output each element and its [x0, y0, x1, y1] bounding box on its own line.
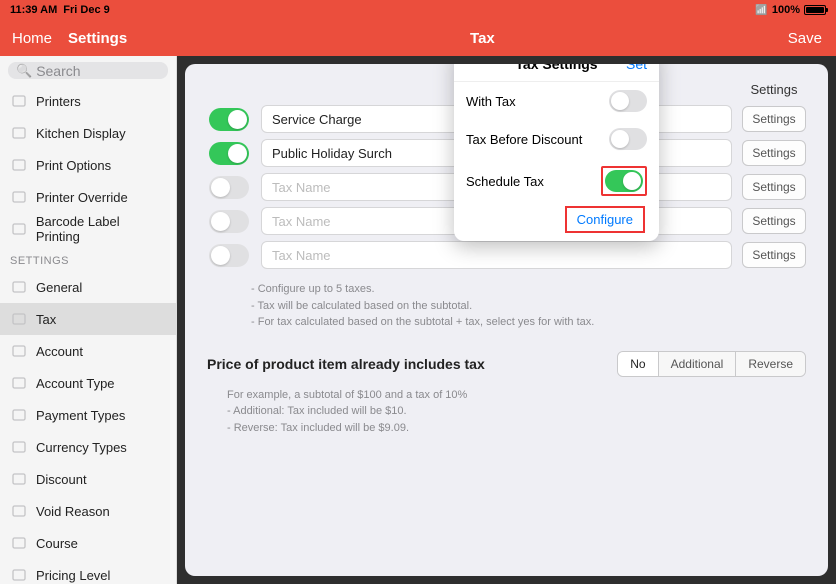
status-time: 11:39 AM [10, 4, 57, 16]
tax-settings-button[interactable]: Settings [742, 106, 806, 132]
search-icon [16, 62, 32, 79]
sidebar-item-printer-override[interactable]: Printer Override [0, 181, 176, 213]
tax-notes: - Configure up to 5 taxes.- Tax will be … [251, 281, 806, 331]
sidebar-item-label: Discount [36, 472, 87, 487]
sidebar-item-label: Pricing Level [36, 568, 110, 583]
course-icon [10, 534, 28, 552]
sidebar-item-discount[interactable]: Discount [0, 463, 176, 495]
sidebar-item-pricing-level[interactable]: Pricing Level [0, 559, 176, 584]
barcode-icon [10, 220, 28, 238]
sidebar-item-general[interactable]: General [0, 271, 176, 303]
popover-toggle[interactable] [605, 170, 643, 192]
tax-name-input[interactable]: Tax Name [261, 241, 732, 269]
sidebar-item-label: Payment Types [36, 408, 125, 423]
tax-settings-button[interactable]: Settings [742, 208, 806, 234]
popover-toggle[interactable] [609, 128, 647, 150]
main-panel: Tax Name Settings Service ChargeSettings… [185, 64, 828, 576]
popover-row-with-tax: With Tax [454, 82, 659, 120]
popover-row-label: With Tax [466, 94, 516, 109]
print-options-icon [10, 156, 28, 174]
popover-title: Tax Settings [515, 64, 597, 72]
popover-toggle[interactable] [609, 90, 647, 112]
sidebar-item-label: Course [36, 536, 78, 551]
configure-button[interactable]: Configure [565, 206, 645, 233]
tax-settings-button[interactable]: Settings [742, 140, 806, 166]
sidebar-item-label: Barcode Label Printing [36, 214, 166, 244]
pricing-icon [10, 566, 28, 584]
segment-no[interactable]: No [618, 352, 658, 376]
sidebar-item-account-type[interactable]: Account Type [0, 367, 176, 399]
sidebar-item-void-reason[interactable]: Void Reason [0, 495, 176, 527]
tax-toggle[interactable] [209, 176, 249, 199]
wifi-icon [755, 4, 767, 16]
tax-icon [10, 310, 28, 328]
void-icon [10, 502, 28, 520]
sidebar-item-label: Account Type [36, 376, 115, 391]
segment-additional[interactable]: Additional [659, 352, 737, 376]
status-bar: 11:39 AM Fri Dec 9 100% [0, 0, 836, 20]
popover-row-label: Schedule Tax [466, 174, 544, 189]
tax-row: Tax Name Settings [207, 241, 806, 269]
sidebar-item-account[interactable]: Account [0, 335, 176, 367]
popover-row-schedule-tax: Schedule Tax [454, 158, 659, 204]
display-icon [10, 124, 28, 142]
gear-icon [10, 278, 28, 296]
sidebar-item-label: Print Options [36, 158, 111, 173]
tax-settings-button[interactable]: Settings [742, 174, 806, 200]
account-icon [10, 342, 28, 360]
sidebar-item-label: Printer Override [36, 190, 128, 205]
sidebar-item-barcode-label-printing[interactable]: Barcode Label Printing [0, 213, 176, 245]
nav-bar: Home Settings Tax Save [0, 20, 836, 56]
currency-icon [10, 438, 28, 456]
tax-toggle[interactable] [209, 142, 249, 165]
payment-icon [10, 406, 28, 424]
sidebar-item-label: Currency Types [36, 440, 127, 455]
sidebar-item-printers[interactable]: Printers [0, 85, 176, 117]
tax-toggle[interactable] [209, 210, 249, 233]
printer-override-icon [10, 188, 28, 206]
battery-icon [804, 5, 826, 15]
sidebar-item-kitchen-display[interactable]: Kitchen Display [0, 117, 176, 149]
search-placeholder: Search [36, 63, 80, 79]
includes-tax-title: Price of product item already includes t… [207, 356, 601, 372]
popover-row-tax-before-discount: Tax Before Discount [454, 120, 659, 158]
battery-percent: 100% [772, 4, 800, 16]
popover-set-button[interactable]: Set [626, 64, 647, 72]
popover-row-label: Tax Before Discount [466, 132, 582, 147]
nav-save[interactable]: Save [788, 30, 836, 47]
nav-settings[interactable]: Settings [68, 30, 127, 47]
search-input[interactable]: Search [8, 62, 168, 79]
sidebar: Search Printers Kitchen Display Print Opti… [0, 56, 177, 584]
nav-home[interactable]: Home [12, 30, 52, 47]
tax-settings-popover: Tax Settings Set With Tax Tax Before Disc… [454, 64, 659, 241]
sidebar-item-currency-types[interactable]: Currency Types [0, 431, 176, 463]
discount-icon [10, 470, 28, 488]
sidebar-item-label: Tax [36, 312, 56, 327]
segment-reverse[interactable]: Reverse [736, 352, 805, 376]
account-type-icon [10, 374, 28, 392]
sidebar-item-label: Kitchen Display [36, 126, 126, 141]
sidebar-item-label: Void Reason [36, 504, 110, 519]
status-date: Fri Dec 9 [63, 4, 109, 16]
printer-icon [10, 92, 28, 110]
includes-tax-segmented[interactable]: NoAdditionalReverse [617, 351, 806, 377]
nav-title: Tax [177, 30, 788, 47]
tax-toggle[interactable] [209, 108, 249, 131]
sidebar-item-course[interactable]: Course [0, 527, 176, 559]
sidebar-item-label: Printers [36, 94, 81, 109]
includes-tax-notes: For example, a subtotal of $100 and a ta… [227, 387, 806, 437]
sidebar-section-label: SETTINGS [0, 245, 176, 271]
header-settings: Settings [742, 82, 806, 97]
sidebar-item-label: Account [36, 344, 83, 359]
sidebar-item-payment-types[interactable]: Payment Types [0, 399, 176, 431]
tax-toggle[interactable] [209, 244, 249, 267]
tax-settings-button[interactable]: Settings [742, 242, 806, 268]
sidebar-item-tax[interactable]: Tax [0, 303, 176, 335]
sidebar-item-print-options[interactable]: Print Options [0, 149, 176, 181]
sidebar-item-label: General [36, 280, 82, 295]
